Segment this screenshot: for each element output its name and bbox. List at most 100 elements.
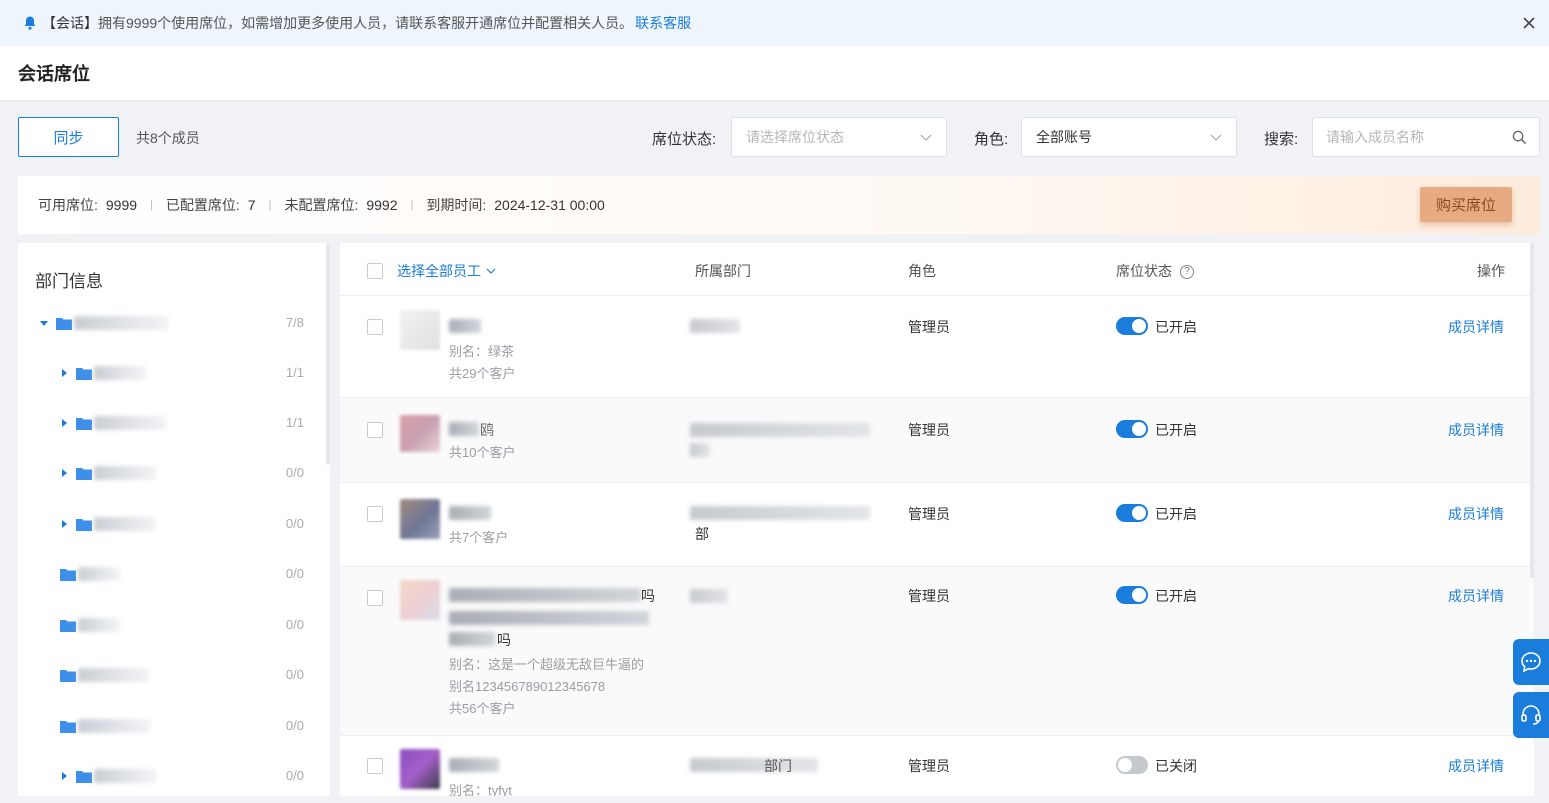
seat-status-text: 已开启 <box>1155 506 1197 522</box>
column-header-action: 操作 <box>1477 263 1505 279</box>
dept-name-blurred <box>94 416 166 430</box>
select-all-dropdown[interactable]: 选择全部员工 <box>397 261 496 281</box>
caret-down-icon[interactable] <box>40 319 48 327</box>
table-header: 选择全部员工 所属部门 角色 席位状态? 操作 <box>340 243 1534 296</box>
folder-icon <box>76 770 92 783</box>
dept-node[interactable] <box>60 615 120 635</box>
member-customers: 共7个客户 <box>449 530 509 545</box>
department-panel-title: 部门信息 <box>35 272 103 291</box>
dept-name-blurred <box>78 719 150 733</box>
configured-seats-value: 7 <box>247 197 256 213</box>
member-dept-blurred <box>690 319 740 333</box>
seat-status-select[interactable]: 请选择席位状态 <box>731 117 947 157</box>
seat-toggle[interactable] <box>1116 420 1148 438</box>
dept-node[interactable] <box>60 463 156 483</box>
chat-float-button[interactable] <box>1513 639 1549 685</box>
seat-status-text: 已开启 <box>1155 422 1197 438</box>
member-detail-link[interactable]: 成员详情 <box>1448 756 1504 776</box>
close-icon[interactable] <box>1519 13 1539 33</box>
member-dept-blurred <box>690 589 728 603</box>
member-detail-link[interactable]: 成员详情 <box>1448 317 1504 337</box>
dept-node[interactable] <box>60 766 156 786</box>
row-checkbox[interactable] <box>367 506 383 522</box>
member-dept-suffix: 部 <box>695 526 709 542</box>
member-detail-link[interactable]: 成员详情 <box>1448 504 1504 524</box>
dept-node[interactable] <box>60 363 146 383</box>
table-row: 共7个客户 部 管理员 已开启 成员详情 <box>340 483 1534 567</box>
row-checkbox[interactable] <box>367 422 383 438</box>
dept-count: 7/8 <box>285 315 304 330</box>
role-select-value: 全部账号 <box>1036 129 1092 145</box>
divider: | <box>410 199 414 211</box>
member-detail-link[interactable]: 成员详情 <box>1448 420 1504 440</box>
scrollbar[interactable] <box>1530 243 1534 578</box>
search-icon[interactable] <box>1512 130 1527 145</box>
dept-node[interactable] <box>60 716 150 736</box>
dept-count: 0/0 <box>285 516 304 531</box>
caret-right-icon[interactable] <box>60 369 68 377</box>
dept-node[interactable] <box>60 564 120 584</box>
search-input[interactable] <box>1313 118 1493 156</box>
dept-count: 1/1 <box>285 365 304 380</box>
dept-node[interactable] <box>60 665 150 685</box>
member-dept-blurred <box>690 443 710 457</box>
divider: | <box>150 199 153 211</box>
member-detail-link[interactable]: 成员详情 <box>1448 586 1504 606</box>
role-select[interactable]: 全部账号 <box>1021 117 1237 157</box>
member-name-suffix: 吗 <box>641 588 655 604</box>
row-checkbox[interactable] <box>367 590 383 606</box>
unconfigured-seats-label: 未配置席位: <box>284 197 359 213</box>
select-all-checkbox[interactable] <box>367 263 383 279</box>
row-checkbox[interactable] <box>367 319 383 335</box>
dept-node-root[interactable] <box>40 313 169 333</box>
seat-toggle[interactable] <box>1116 586 1148 604</box>
notice-message: 拥有9999个使用席位，如需增加更多使用人员，请联系客服开通席位并配置相关人员。 <box>98 15 634 31</box>
seat-toggle[interactable] <box>1116 504 1148 522</box>
help-icon[interactable]: ? <box>1180 265 1194 280</box>
dept-count: 0/0 <box>285 768 304 783</box>
chat-icon <box>1521 652 1541 673</box>
caret-right-icon[interactable] <box>60 772 68 780</box>
seat-toggle[interactable] <box>1116 756 1148 774</box>
dept-name-blurred <box>78 618 120 632</box>
member-customers: 共10个客户 <box>449 445 516 460</box>
member-dept-blurred <box>690 758 818 772</box>
table-row: 吗 吗 别名：这是一个超级无敌巨牛逼的 别名123456789012345678… <box>340 567 1534 736</box>
contact-service-link[interactable]: 联系客服 <box>635 13 691 33</box>
folder-icon <box>76 467 92 480</box>
divider: | <box>268 199 272 211</box>
member-role: 管理员 <box>908 506 950 522</box>
customer-service-float-button[interactable] <box>1513 692 1549 738</box>
buy-seats-button[interactable]: 购买席位 <box>1420 187 1512 222</box>
seat-status-placeholder: 请选择席位状态 <box>746 129 844 145</box>
folder-icon <box>60 669 76 682</box>
folder-icon <box>76 367 92 380</box>
folder-icon <box>60 568 76 581</box>
dept-count: 0/0 <box>285 667 304 682</box>
row-checkbox[interactable] <box>367 758 383 774</box>
member-name-blurred <box>449 758 499 772</box>
member-name-suffix: 鸥 <box>480 422 494 438</box>
avatar <box>400 415 440 452</box>
sync-button[interactable]: 同步 <box>18 117 119 157</box>
dept-node[interactable] <box>60 413 166 433</box>
folder-icon <box>76 518 92 531</box>
dept-node[interactable] <box>60 514 156 534</box>
seat-toggle[interactable] <box>1116 317 1148 335</box>
bell-icon <box>24 16 36 30</box>
dept-count: 0/0 <box>285 465 304 480</box>
table-row: 别名：绿茶 共29个客户 管理员 已开启 成员详情 <box>340 296 1534 398</box>
member-dept-blurred <box>690 506 870 520</box>
avatar <box>400 499 440 539</box>
dept-count: 1/1 <box>285 415 304 430</box>
seat-status-text: 已开启 <box>1155 588 1197 604</box>
member-customers: 共29个客户 <box>449 366 516 381</box>
caret-right-icon[interactable] <box>60 469 68 477</box>
caret-right-icon[interactable] <box>60 419 68 427</box>
avatar <box>400 749 440 789</box>
search-box <box>1312 117 1540 157</box>
member-name-blurred <box>449 632 495 646</box>
caret-right-icon[interactable] <box>60 520 68 528</box>
member-role: 管理员 <box>908 758 950 774</box>
scrollbar[interactable] <box>326 243 330 465</box>
